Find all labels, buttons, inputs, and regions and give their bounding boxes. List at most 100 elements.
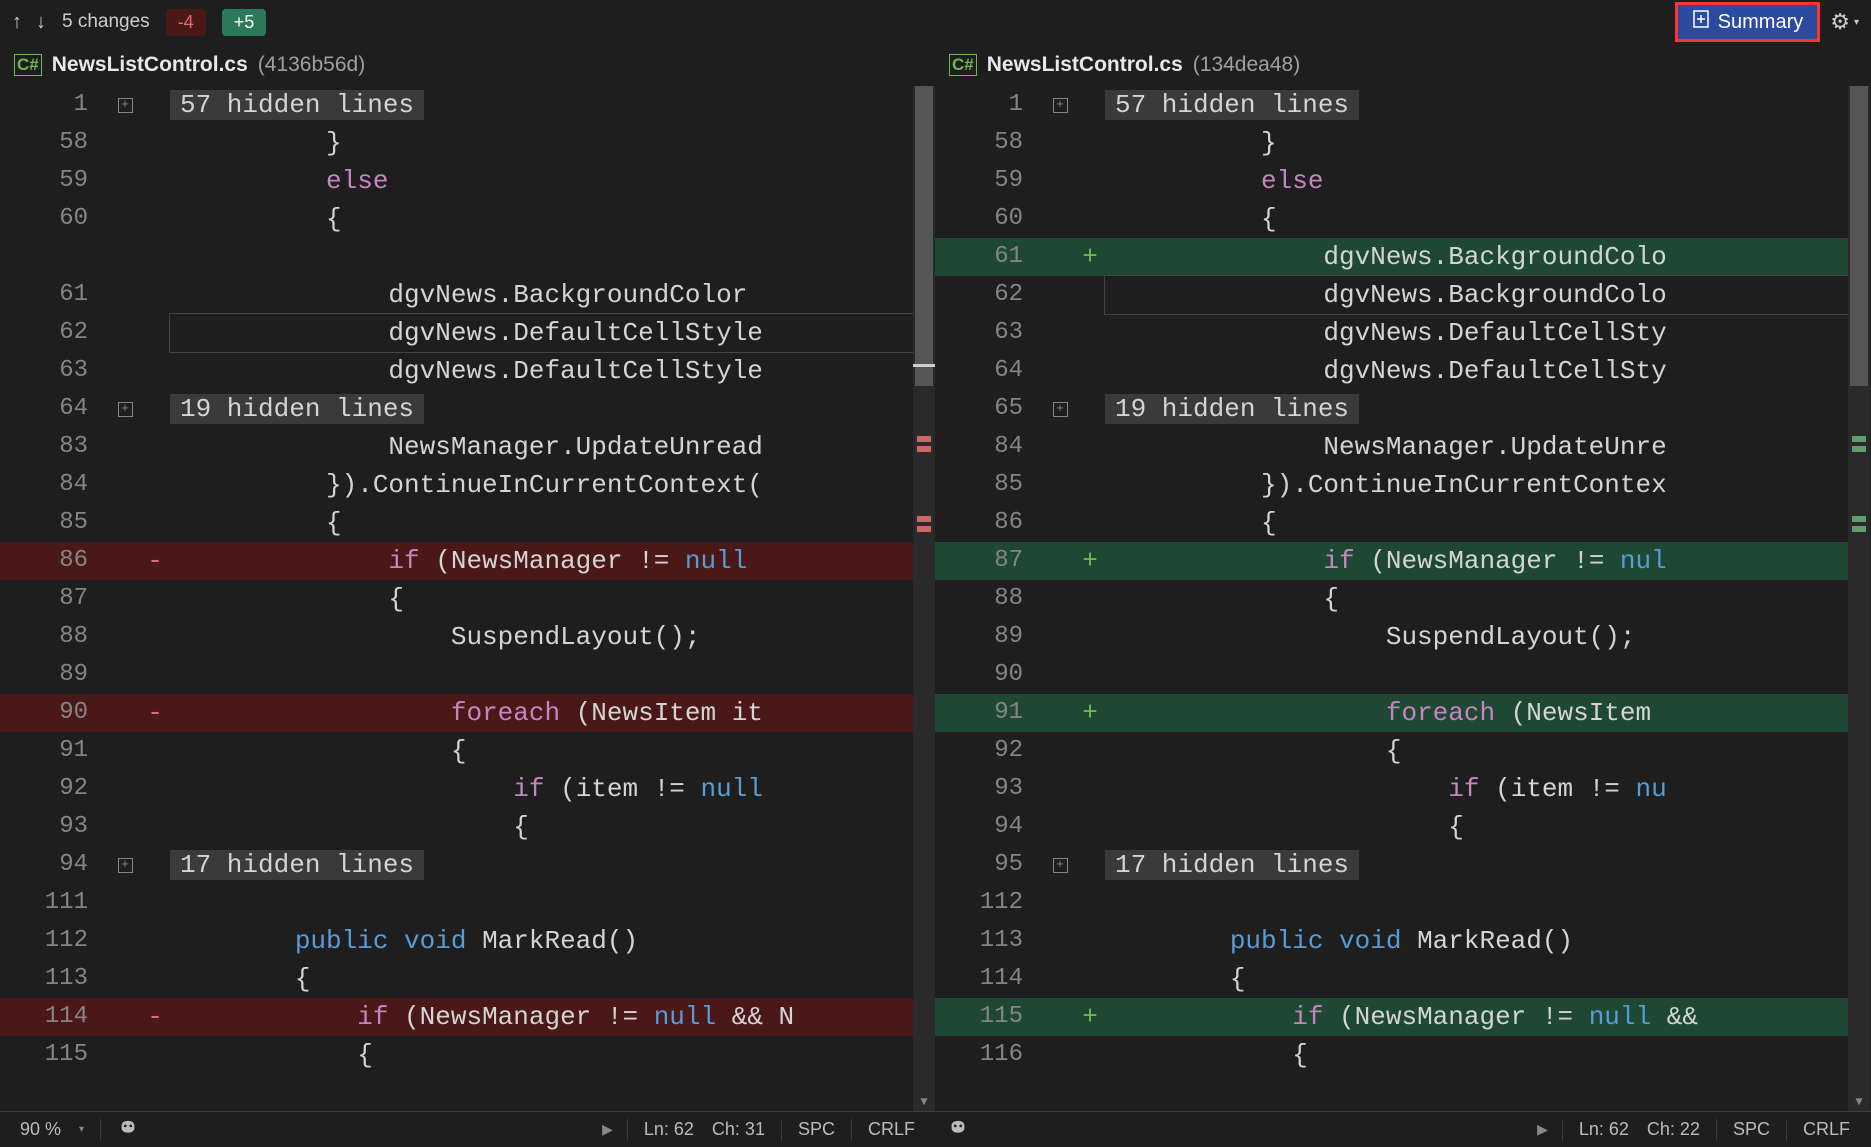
hidden-lines[interactable]: 19 hidden lines bbox=[1105, 394, 1359, 424]
line-number: 83 bbox=[0, 428, 110, 466]
diff-area: 1+57 hidden lines 58 } 59 elseelse 60 { … bbox=[0, 86, 1871, 1111]
fold-toggle[interactable]: + bbox=[110, 390, 140, 428]
hidden-lines[interactable]: 57 hidden lines bbox=[1105, 90, 1359, 120]
chevron-down-icon[interactable]: ▾ bbox=[79, 1124, 84, 1135]
zoom-level[interactable]: 90 % bbox=[12, 1119, 69, 1140]
summary-button[interactable]: Summary bbox=[1675, 2, 1821, 42]
fold-toggle[interactable]: + bbox=[110, 86, 140, 124]
line-number: 115 bbox=[0, 1036, 110, 1074]
left-editor[interactable]: 1+57 hidden lines 58 } 59 elseelse 60 { … bbox=[0, 86, 935, 1111]
right-scrollbar[interactable]: ▲ ▼ bbox=[1848, 86, 1870, 1111]
hidden-lines[interactable]: 17 hidden lines bbox=[170, 850, 424, 880]
left-scrollbar[interactable]: ▲ ▼ bbox=[913, 86, 935, 1111]
diff-marker bbox=[917, 446, 931, 452]
caret-marker bbox=[913, 364, 935, 367]
csharp-icon: C# bbox=[14, 54, 42, 76]
line-number: 65 bbox=[935, 390, 1045, 428]
line-number: 64 bbox=[0, 390, 110, 428]
line-number: 88 bbox=[0, 618, 110, 656]
right-file-header: C# NewsListControl.cs (134dea48) bbox=[935, 44, 1870, 86]
line-number: 84 bbox=[935, 428, 1045, 466]
eol-indicator[interactable]: CRLF bbox=[860, 1119, 923, 1140]
fold-toggle[interactable]: + bbox=[1045, 846, 1075, 884]
indent-indicator[interactable]: SPC bbox=[790, 1119, 843, 1140]
line-number: 114 bbox=[935, 960, 1045, 998]
line-number: 58 bbox=[935, 124, 1045, 162]
line-number: 59 bbox=[0, 162, 110, 200]
line-number: 61 bbox=[0, 276, 110, 314]
line-number: 113 bbox=[935, 922, 1045, 960]
line-number: 95 bbox=[935, 846, 1045, 884]
line-number: 1 bbox=[935, 86, 1045, 124]
right-commit: (134dea48) bbox=[1193, 53, 1300, 77]
line-number: 111 bbox=[0, 884, 110, 922]
scroll-down-icon[interactable]: ▼ bbox=[1848, 1093, 1870, 1111]
line-number: 88 bbox=[935, 580, 1045, 618]
settings-button[interactable]: ⚙ ▾ bbox=[1830, 9, 1859, 35]
line-number: 84 bbox=[0, 466, 110, 504]
diff-marker bbox=[1852, 526, 1866, 532]
copilot-icon[interactable] bbox=[117, 1119, 139, 1141]
changes-count: 5 changes bbox=[62, 11, 150, 33]
fold-toggle[interactable]: + bbox=[1045, 390, 1075, 428]
next-change-icon[interactable]: ↓ bbox=[36, 11, 46, 34]
diff-marker bbox=[917, 436, 931, 442]
left-file-header: C# NewsListControl.cs (4136b56d) bbox=[0, 44, 935, 86]
line-number: 90 bbox=[935, 656, 1045, 694]
line-number: 113 bbox=[0, 960, 110, 998]
col-indicator[interactable]: Ch: 31 bbox=[704, 1119, 773, 1140]
summary-icon bbox=[1692, 9, 1710, 35]
line-number: 91 bbox=[935, 694, 1045, 732]
prev-change-icon[interactable]: ↑ bbox=[12, 11, 22, 34]
scrollbar-thumb[interactable] bbox=[915, 86, 933, 386]
line-number: 94 bbox=[935, 808, 1045, 846]
line-number: 62 bbox=[935, 276, 1045, 314]
line-number: 62 bbox=[0, 314, 110, 352]
line-number: 85 bbox=[0, 504, 110, 542]
col-indicator[interactable]: Ch: 22 bbox=[1639, 1119, 1708, 1140]
diff-marker bbox=[917, 516, 931, 522]
line-indicator[interactable]: Ln: 62 bbox=[636, 1119, 702, 1140]
left-commit: (4136b56d) bbox=[258, 53, 365, 77]
additions-badge: +5 bbox=[222, 9, 267, 36]
line-number: 112 bbox=[935, 884, 1045, 922]
file-headers: C# NewsListControl.cs (4136b56d) C# News… bbox=[0, 44, 1871, 86]
left-filename: NewsListControl.cs bbox=[52, 53, 248, 77]
status-left-pane: 90 % ▾ ▶ Ln: 62 Ch: 31 SPC CRLF bbox=[0, 1112, 935, 1147]
scrollbar-thumb[interactable] bbox=[1850, 86, 1868, 386]
diff-marker bbox=[1852, 446, 1866, 452]
line-number: 93 bbox=[935, 770, 1045, 808]
hscroll-right-icon[interactable]: ▶ bbox=[1531, 1121, 1554, 1138]
fold-toggle[interactable]: + bbox=[1045, 86, 1075, 124]
line-number: 64 bbox=[935, 352, 1045, 390]
right-filename: NewsListControl.cs bbox=[987, 53, 1183, 77]
hidden-lines[interactable]: 17 hidden lines bbox=[1105, 850, 1359, 880]
status-right-pane: ▶ Ln: 62 Ch: 22 SPC CRLF bbox=[935, 1112, 1870, 1147]
hidden-lines[interactable]: 19 hidden lines bbox=[170, 394, 424, 424]
deletions-badge: -4 bbox=[166, 9, 206, 36]
right-pane: 1+57 hidden lines 58 } 59 else 60 { 61+ … bbox=[935, 86, 1870, 1111]
line-number: 86 bbox=[0, 542, 110, 580]
hscroll-right-icon[interactable]: ▶ bbox=[596, 1121, 619, 1138]
diff-marker bbox=[1852, 516, 1866, 522]
diff-marker bbox=[1852, 436, 1866, 442]
line-number: 114 bbox=[0, 998, 110, 1036]
line-number: 91 bbox=[0, 732, 110, 770]
line-number: 115 bbox=[935, 998, 1045, 1036]
hidden-lines[interactable]: 57 hidden lines bbox=[170, 90, 424, 120]
eol-indicator[interactable]: CRLF bbox=[1795, 1119, 1858, 1140]
chevron-down-icon: ▾ bbox=[1854, 17, 1859, 28]
line-number: 87 bbox=[935, 542, 1045, 580]
copilot-icon[interactable] bbox=[947, 1119, 969, 1141]
indent-indicator[interactable]: SPC bbox=[1725, 1119, 1778, 1140]
diff-marker bbox=[917, 526, 931, 532]
diff-toolbar: ↑ ↓ 5 changes -4 +5 Summary ⚙ ▾ bbox=[0, 0, 1871, 44]
fold-toggle[interactable]: + bbox=[110, 846, 140, 884]
line-number: 63 bbox=[935, 314, 1045, 352]
scroll-down-icon[interactable]: ▼ bbox=[913, 1093, 935, 1111]
line-number: 59 bbox=[935, 162, 1045, 200]
line-number: 60 bbox=[935, 200, 1045, 238]
line-indicator[interactable]: Ln: 62 bbox=[1571, 1119, 1637, 1140]
right-editor[interactable]: 1+57 hidden lines 58 } 59 else 60 { 61+ … bbox=[935, 86, 1870, 1111]
line-number: 112 bbox=[0, 922, 110, 960]
